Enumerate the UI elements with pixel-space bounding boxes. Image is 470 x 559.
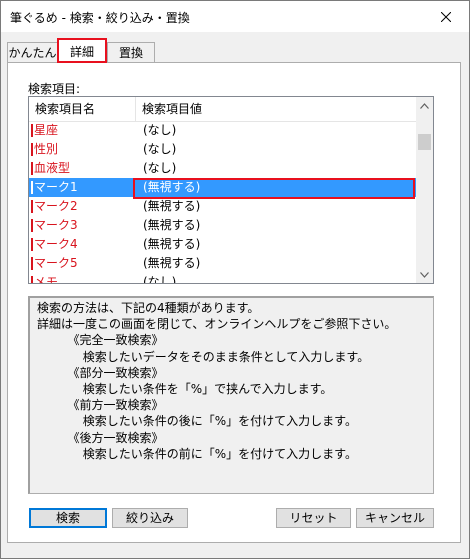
help-line: 詳細は一度この画面を閉じて、オンラインヘルプをご参照下さい。 bbox=[37, 317, 397, 332]
list-item[interactable]: マーク2 (無視する) bbox=[29, 197, 416, 216]
item-name: 性別 bbox=[34, 142, 59, 156]
item-value: (無視する) bbox=[143, 199, 201, 213]
item-name: マーク2 bbox=[34, 199, 78, 213]
list-item[interactable]: 血液型 (なし) bbox=[29, 159, 416, 178]
close-icon bbox=[441, 11, 451, 22]
item-name: マーク5 bbox=[34, 256, 78, 270]
scroll-down-button[interactable] bbox=[416, 266, 433, 283]
item-value: (無視する) bbox=[143, 218, 201, 232]
help-line: 検索したいデータをそのまま条件として入力します。 bbox=[37, 349, 370, 364]
list-item[interactable]: マーク3 (無視する) bbox=[29, 216, 416, 235]
list-item[interactable]: メモ (なし) bbox=[29, 273, 416, 284]
tab-easy[interactable]: かんたん bbox=[7, 42, 58, 62]
item-name: 星座 bbox=[34, 123, 59, 137]
chevron-down-icon bbox=[420, 271, 429, 278]
item-value: (なし) bbox=[143, 275, 177, 284]
list-rows: 星座 (なし) 性別 (なし) 血液型 (なし) マーク1 (無視する) マーク2 (無視… bbox=[29, 121, 416, 284]
close-button[interactable] bbox=[423, 1, 469, 32]
help-line: 《後方一致検索》 bbox=[37, 430, 164, 445]
item-name: マーク3 bbox=[34, 218, 78, 232]
scroll-up-button[interactable] bbox=[416, 97, 433, 114]
help-line: 検索したい条件を「%」で挟んで入力します。 bbox=[37, 381, 333, 396]
column-header-item-name[interactable]: 検索項目名 bbox=[29, 97, 136, 121]
item-name: マーク1 bbox=[34, 180, 78, 194]
cancel-button[interactable]: キャンセル bbox=[356, 508, 434, 528]
list-item[interactable]: マーク4 (無視する) bbox=[29, 235, 416, 254]
item-name: 血液型 bbox=[34, 161, 71, 175]
help-line: 検索したい条件の後に「%」を付けて入力します。 bbox=[37, 414, 357, 429]
item-name: メモ bbox=[34, 275, 59, 284]
item-name: マーク4 bbox=[34, 237, 78, 251]
help-line: 《前方一致検索》 bbox=[37, 398, 164, 413]
search-items-label: 検索項目: bbox=[28, 82, 81, 96]
help-line: 《部分一致検索》 bbox=[37, 365, 164, 380]
help-text-box: 検索の方法は、下記の4種類があります。 詳細は一度この画面を閉じて、オンラインヘ… bbox=[28, 296, 434, 494]
list-item[interactable]: 星座 (なし) bbox=[29, 121, 416, 140]
title-bar: 筆ぐるめ - 検索・絞り込み・置換 bbox=[1, 1, 469, 32]
tab-replace[interactable]: 置換 bbox=[107, 42, 155, 62]
help-line: 検索したい条件の前に「%」を付けて入力します。 bbox=[37, 446, 357, 461]
item-value: (無視する) bbox=[143, 256, 201, 270]
value-highlight-box bbox=[133, 178, 415, 199]
column-header-item-value[interactable]: 検索項目値 bbox=[136, 97, 416, 121]
list-item[interactable]: 性別 (なし) bbox=[29, 140, 416, 159]
reset-button[interactable]: リセット bbox=[276, 508, 351, 528]
filter-button[interactable]: 絞り込み bbox=[112, 508, 188, 528]
search-button[interactable]: 検索 bbox=[29, 508, 107, 528]
item-value: (なし) bbox=[143, 123, 177, 137]
window-title: 筆ぐるめ - 検索・絞り込み・置換 bbox=[10, 11, 190, 25]
item-value: (なし) bbox=[143, 161, 177, 175]
chevron-up-icon bbox=[420, 102, 429, 109]
list-header: 検索項目名 検索項目値 bbox=[29, 97, 416, 122]
item-value: (無視する) bbox=[143, 237, 201, 251]
tab-detail[interactable]: 詳細 bbox=[57, 38, 107, 63]
help-line: 検索の方法は、下記の4種類があります。 bbox=[37, 301, 260, 315]
help-line: 《完全一致検索》 bbox=[37, 333, 164, 348]
list-scrollbar[interactable] bbox=[416, 97, 433, 283]
item-value: (なし) bbox=[143, 142, 177, 156]
list-item[interactable]: マーク5 (無視する) bbox=[29, 254, 416, 273]
scrollbar-thumb[interactable] bbox=[418, 134, 431, 150]
